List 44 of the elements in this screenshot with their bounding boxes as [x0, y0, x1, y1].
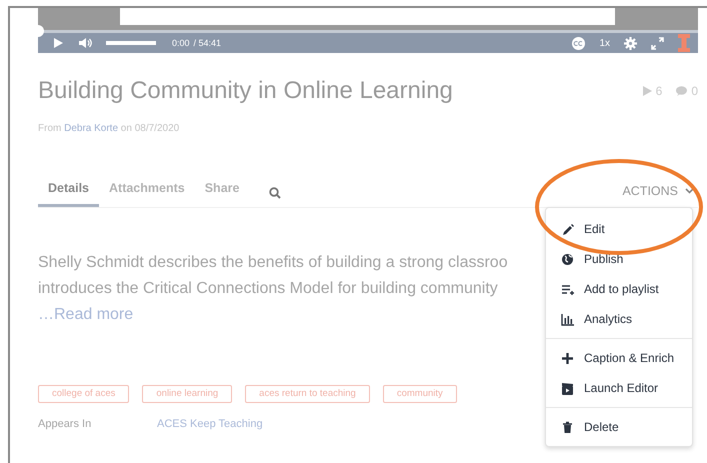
tab[interactable]: Details: [38, 174, 99, 207]
page-title: Building Community in Online Learning: [38, 77, 454, 105]
menu-item[interactable]: Edit: [546, 214, 692, 244]
tag[interactable]: online learning: [142, 385, 232, 403]
actions-dropdown[interactable]: ACTIONS: [622, 184, 694, 198]
comment-icon: [676, 86, 688, 96]
author-link[interactable]: Debra Korte: [64, 123, 118, 134]
tab[interactable]: Attachments: [99, 174, 195, 207]
playlist-add-icon: [561, 282, 574, 296]
byline: From Debra Korte on 08/7/2020: [38, 123, 180, 134]
read-more-link[interactable]: …Read more: [38, 302, 134, 328]
current-time: 0:00: [172, 38, 190, 48]
fullscreen-icon[interactable]: [651, 36, 664, 50]
channel-link[interactable]: ACES Keep Teaching: [157, 418, 263, 430]
globe-icon: [561, 252, 574, 266]
settings-icon[interactable]: [624, 36, 637, 50]
speed-button[interactable]: 1x: [599, 38, 610, 48]
caret-icon: [685, 188, 694, 194]
tag[interactable]: community: [382, 385, 457, 403]
captions-icon[interactable]: [572, 36, 586, 50]
description-text: Shelly Schmidt describes the benefits of building a strong classroo: [38, 253, 508, 273]
menu-item[interactable]: Caption & Enrich: [546, 343, 692, 373]
clapperboard-icon: [561, 382, 574, 394]
menu-item[interactable]: Delete: [546, 412, 692, 442]
plus-icon: [561, 352, 574, 364]
search-icon[interactable]: [269, 186, 282, 198]
bar-chart-icon: [561, 312, 574, 326]
menu-item[interactable]: Add to playlist: [546, 274, 692, 304]
menu-item[interactable]: Publish: [546, 244, 692, 274]
appears-in-label: Appears In: [38, 418, 92, 430]
menu-item[interactable]: Launch Editor: [546, 373, 692, 403]
play-icon[interactable]: [52, 37, 64, 49]
play-icon: [642, 86, 652, 96]
pencil-icon: [561, 222, 574, 236]
volume-slider[interactable]: [106, 41, 156, 45]
menu-item[interactable]: Analytics: [546, 304, 692, 334]
duration: / 54:41: [194, 38, 222, 48]
logo-icon: [678, 34, 690, 52]
trash-icon: [561, 420, 574, 434]
tab[interactable]: Share: [194, 174, 250, 207]
tag[interactable]: aces return to teaching: [245, 385, 370, 403]
description-text: introduces the Critical Connections Model for building community: [38, 279, 498, 299]
volume-icon[interactable]: [78, 37, 92, 49]
tag[interactable]: college of aces: [38, 385, 130, 403]
